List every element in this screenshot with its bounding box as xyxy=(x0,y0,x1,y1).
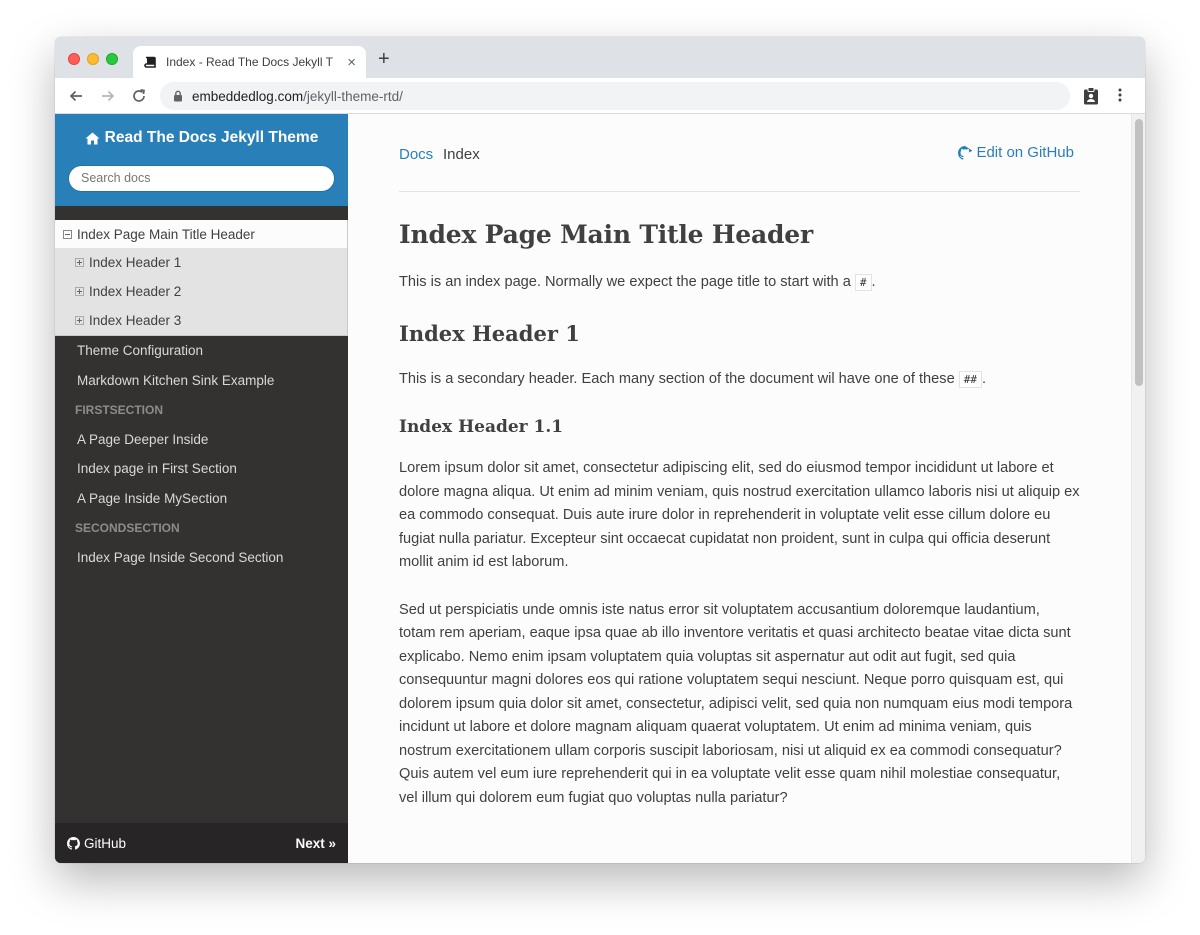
sidebar-item-label: Index Header 1 xyxy=(89,255,182,270)
new-tab-button[interactable]: + xyxy=(378,49,390,69)
subsection-heading: Index Header 1.1 xyxy=(399,417,564,437)
sidebar-menu: Index Page Main Title Header Index Heade… xyxy=(55,220,348,572)
tab-strip: Index - Read The Docs Jekyll T × + xyxy=(55,37,1145,78)
sidebar-item-index-first-section[interactable]: Index page in First Section xyxy=(55,454,348,484)
close-window-button[interactable] xyxy=(68,53,80,65)
search-input[interactable] xyxy=(81,171,321,185)
browser-toolbar: embeddedlog.com/jekyll-theme-rtd/ xyxy=(55,78,1145,114)
sidebar-item-page-deeper[interactable]: A Page Deeper Inside xyxy=(55,425,348,455)
sidebar-item-kitchen-sink[interactable]: Markdown Kitchen Sink Example xyxy=(55,366,348,396)
expand-icon[interactable] xyxy=(75,258,84,267)
more-options-icon[interactable] xyxy=(1118,87,1122,108)
sidebar-item-page-mysection[interactable]: A Page Inside MySection xyxy=(55,484,348,514)
secondary-text: This is a secondary header. Each many se… xyxy=(399,370,959,387)
github-icon xyxy=(67,836,80,850)
sidebar-item-index-second-section[interactable]: Index Page Inside Second Section xyxy=(55,543,348,573)
browser-tab-active[interactable]: Index - Read The Docs Jekyll T × xyxy=(133,46,366,78)
sidebar-subitem[interactable]: Index Header 3 xyxy=(55,306,347,335)
edit-on-github-link[interactable]: Edit on GitHub xyxy=(958,144,1074,161)
inline-code: # xyxy=(854,274,872,291)
forward-arrow-icon[interactable] xyxy=(99,87,117,105)
book-icon xyxy=(143,55,157,69)
edit-on-github-label: Edit on GitHub xyxy=(976,144,1074,161)
sidebar-caption-secondsection: SECONDSECTION xyxy=(75,520,180,535)
sidebar-item-current[interactable]: Index Page Main Title Header xyxy=(55,220,348,248)
github-link[interactable]: GitHub xyxy=(67,836,126,851)
lorem-paragraph-1: Lorem ipsum dolor sit amet, consectetur … xyxy=(399,460,1080,570)
inline-code: ## xyxy=(958,370,982,388)
tab-title: Index - Read The Docs Jekyll T xyxy=(166,55,333,69)
sidebar-subitem[interactable]: Index Header 2 xyxy=(55,277,347,306)
sidebar-caption-firstsection: FIRSTSECTION xyxy=(75,402,164,417)
reload-icon[interactable] xyxy=(130,87,148,105)
intro-text: This is an index page. Normally we expec… xyxy=(399,274,855,290)
browser-window: Index - Read The Docs Jekyll T × + embed… xyxy=(55,37,1145,863)
next-link[interactable]: Next » xyxy=(295,836,336,851)
breadcrumb: Docs Index Edit on GitHub xyxy=(399,114,1080,192)
intro-text-end: . xyxy=(871,274,876,290)
address-bar[interactable]: embeddedlog.com/jekyll-theme-rtd/ xyxy=(160,82,1070,110)
sidebar-search-area: Read The Docs Jekyll Theme xyxy=(55,114,348,206)
section-heading: Index Header 1 xyxy=(399,320,580,346)
lorem-paragraph-2: Sed ut perspiciatis unde omnis iste natu… xyxy=(399,601,1073,806)
breadcrumb-current: Index xyxy=(443,146,480,163)
lock-icon xyxy=(173,90,183,102)
brand-title: Read The Docs Jekyll Theme xyxy=(104,129,319,146)
sidebar-subitem[interactable]: Index Header 1 xyxy=(55,248,347,277)
sidebar-footer: GitHub Next » xyxy=(55,823,348,863)
tab-close-icon[interactable]: × xyxy=(347,55,356,70)
minimize-window-button[interactable] xyxy=(87,53,99,65)
secondary-text-end: . xyxy=(982,370,987,387)
page-content: Read The Docs Jekyll Theme Index Page Ma… xyxy=(55,114,1145,863)
page-title: Index Page Main Title Header xyxy=(399,220,813,249)
sidebar-sublist: Index Header 1 Index Header 2 Index Head… xyxy=(55,248,348,336)
sidebar-item-theme-configuration[interactable]: Theme Configuration xyxy=(55,336,348,366)
sidebar-item-label: Index Header 3 xyxy=(89,313,182,328)
main-content: Docs Index Edit on GitHub Index Page Mai… xyxy=(348,114,1145,863)
sidebar-item-label: Index Header 2 xyxy=(89,284,182,299)
scrollbar[interactable] xyxy=(1131,114,1145,863)
home-icon xyxy=(85,132,100,145)
document: Docs Index Edit on GitHub Index Page Mai… xyxy=(399,114,1080,810)
breadcrumb-docs-link[interactable]: Docs xyxy=(399,146,433,163)
search-box xyxy=(68,164,335,192)
expand-icon[interactable] xyxy=(75,316,84,325)
url-host: embeddedlog.com xyxy=(192,88,304,104)
clipboard-extension-icon[interactable] xyxy=(1083,87,1099,110)
maximize-window-button[interactable] xyxy=(106,53,118,65)
intro-paragraph: This is an index page. Normally we expec… xyxy=(399,271,1080,295)
expand-icon[interactable] xyxy=(75,287,84,296)
sidebar-item-label: Index Page Main Title Header xyxy=(77,226,255,242)
scrollbar-thumb[interactable] xyxy=(1135,119,1143,386)
sidebar: Read The Docs Jekyll Theme Index Page Ma… xyxy=(55,114,348,863)
brand-link[interactable]: Read The Docs Jekyll Theme xyxy=(85,129,319,147)
url-path: /jekyll-theme-rtd/ xyxy=(303,88,403,104)
secondary-paragraph: This is a secondary header. Each many se… xyxy=(399,368,1080,392)
github-link-label: GitHub xyxy=(84,835,127,851)
collapse-icon[interactable] xyxy=(63,229,72,239)
github-icon xyxy=(958,145,973,160)
back-arrow-icon[interactable] xyxy=(67,87,85,105)
